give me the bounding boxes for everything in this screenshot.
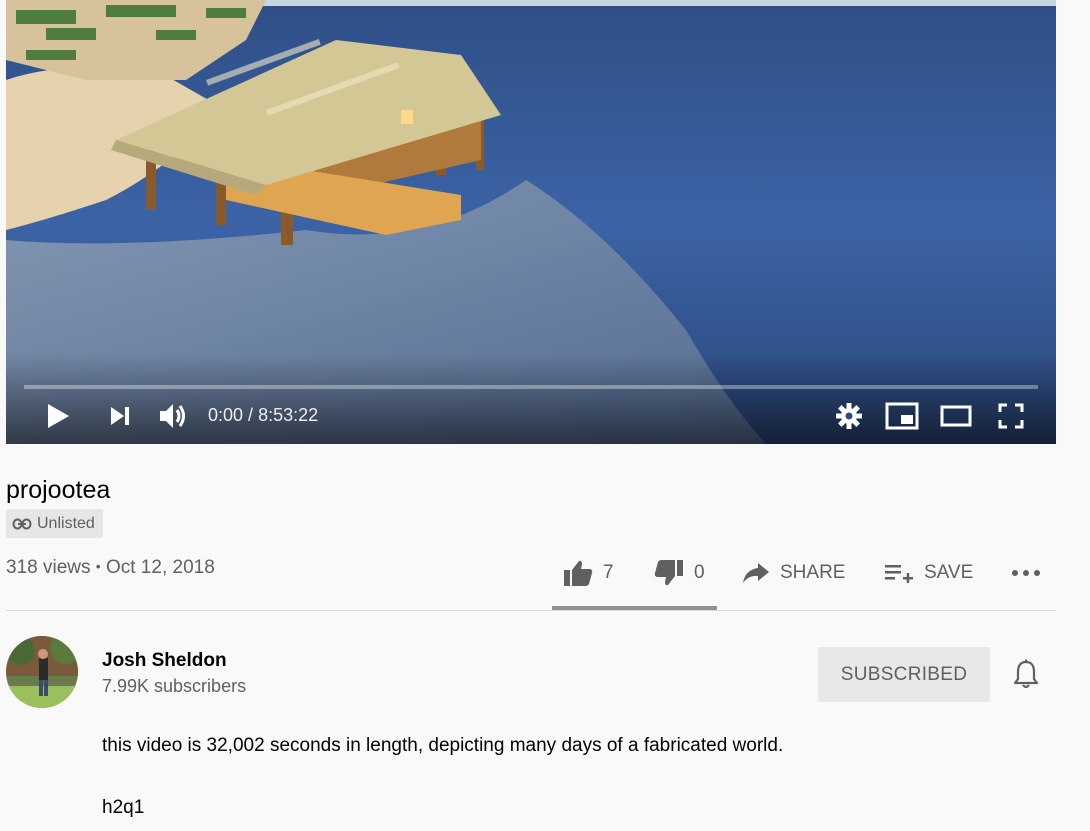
play-icon — [48, 404, 69, 428]
video-meta: 318 views • Oct 12, 2018 — [6, 557, 215, 579]
upload-date: Oct 12, 2018 — [105, 557, 215, 578]
share-label: SHARE — [780, 562, 846, 583]
settings-button[interactable] — [832, 398, 866, 434]
subscribed-button[interactable]: SUBSCRIBED — [818, 647, 990, 702]
description-tag: h2q1 — [102, 797, 145, 818]
current-time: 0:00 — [208, 405, 244, 425]
next-icon — [111, 407, 129, 425]
channel-name[interactable]: Josh Sheldon — [102, 650, 227, 672]
more-actions-button[interactable] — [1010, 557, 1042, 589]
more-horizontal-icon — [1012, 570, 1040, 576]
fullscreen-button[interactable] — [994, 398, 1028, 434]
avatar-image — [6, 636, 78, 708]
thumbs-up-icon — [564, 560, 593, 586]
video-player[interactable]: 0:00 / 8:53:22 — [6, 0, 1056, 444]
play-button[interactable] — [42, 398, 74, 434]
like-count: 7 — [603, 562, 614, 583]
unlisted-badge: Unlisted — [6, 509, 103, 538]
like-button[interactable]: 7 — [563, 557, 614, 589]
channel-avatar[interactable] — [6, 636, 78, 708]
save-button[interactable]: SAVE — [884, 557, 973, 589]
bell-icon — [1013, 659, 1039, 689]
share-button[interactable]: SHARE — [742, 557, 845, 589]
settings-icon — [836, 403, 862, 429]
view-count: 318 views — [6, 557, 91, 578]
share-icon — [743, 563, 769, 583]
volume-button[interactable] — [156, 398, 190, 434]
description-text: this video is 32,002 seconds in length, … — [102, 735, 784, 756]
progress-bar[interactable] — [24, 385, 1038, 389]
notification-bell-button[interactable] — [1008, 656, 1044, 692]
dislike-count: 0 — [694, 562, 705, 583]
time-separator: / — [243, 405, 259, 425]
time-display: 0:00 / 8:53:22 — [208, 405, 318, 426]
divider — [6, 610, 1056, 611]
theater-mode-icon — [940, 405, 972, 427]
add-to-playlist-icon — [885, 565, 913, 583]
link-icon — [12, 518, 32, 529]
video-title: projootea — [6, 476, 111, 504]
duration: 8:53:22 — [258, 405, 319, 425]
thumbs-down-icon — [654, 560, 683, 586]
miniplayer-button[interactable] — [884, 398, 920, 434]
dislike-button[interactable]: 0 — [654, 557, 705, 589]
volume-icon — [160, 404, 185, 428]
miniplayer-icon — [885, 402, 919, 430]
visibility-label: Unlisted — [37, 514, 95, 532]
meta-dot: • — [95, 558, 101, 574]
theater-mode-button[interactable] — [938, 398, 974, 434]
save-label: SAVE — [924, 562, 974, 583]
subscriber-count: 7.99K subscribers — [102, 676, 247, 696]
next-button[interactable] — [106, 398, 134, 434]
fullscreen-icon — [998, 403, 1024, 429]
